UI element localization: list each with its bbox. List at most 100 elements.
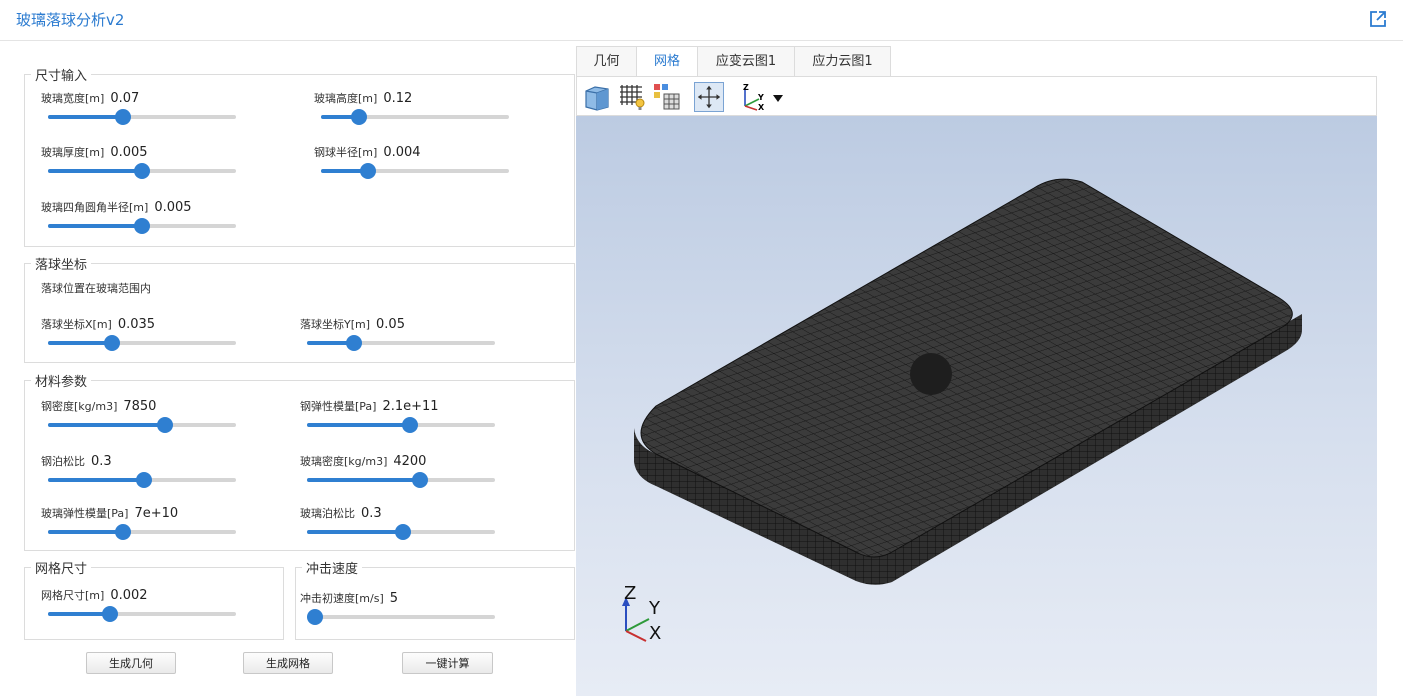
glass-height-param: 玻璃高度[m] 0.12 <box>314 87 412 106</box>
slider-handle[interactable] <box>350 109 367 125</box>
generate-mesh-button[interactable]: 生成网格 <box>243 652 333 674</box>
drop-x-slider[interactable] <box>48 335 236 351</box>
tab-mesh[interactable]: 网格 <box>636 46 698 76</box>
drop-x-value: 0.035 <box>117 317 156 332</box>
steel-modulus-label: 钢弹性模量[Pa] <box>300 400 377 413</box>
steel-density-value: 7850 <box>123 399 157 414</box>
drop-y-param: 落球坐标Y[m] 0.05 <box>300 313 405 332</box>
glass-width-slider[interactable] <box>48 109 236 125</box>
slider-handle[interactable] <box>156 417 173 433</box>
glass-plate-mesh: Z Y X <box>622 178 1302 644</box>
ball-radius-slider[interactable] <box>321 163 509 179</box>
steel-ball <box>910 353 952 395</box>
mesh-size-slider[interactable] <box>48 606 236 622</box>
one-click-compute-button[interactable]: 一键计算 <box>402 652 493 674</box>
tab-geometry[interactable]: 几何 <box>576 46 637 76</box>
drop-coord-legend: 落球坐标 <box>35 258 88 273</box>
glass-thickness-slider[interactable] <box>48 163 236 179</box>
ball-radius-value: 0.004 <box>383 145 421 160</box>
steel-density-param: 钢密度[kg/m3] 7850 <box>41 395 156 414</box>
glass-poisson-value: 0.3 <box>361 506 382 521</box>
glass-thickness-value: 0.005 <box>110 145 148 160</box>
slider-handle[interactable] <box>346 335 362 351</box>
dropdown-arrow-icon[interactable] <box>770 82 786 112</box>
impact-speed-legend: 冲击速度 <box>306 562 359 577</box>
glass-height-label: 玻璃高度[m] <box>314 92 378 105</box>
tab-strain-contour[interactable]: 应变云图1 <box>697 46 795 76</box>
external-link-icon[interactable] <box>1369 10 1387 28</box>
mesh-size-param: 网格尺寸[m] 0.002 <box>41 584 148 603</box>
svg-text:Y: Y <box>757 93 764 102</box>
glass-poisson-label: 玻璃泊松比 <box>300 507 355 520</box>
glass-width-param: 玻璃宽度[m] 0.07 <box>41 87 139 106</box>
steel-density-label: 钢密度[kg/m3] <box>41 400 118 413</box>
3d-viewport[interactable]: Z Y X <box>576 116 1377 696</box>
fit-view-icon[interactable] <box>694 82 724 112</box>
glass-modulus-value: 7e+10 <box>134 506 179 521</box>
impact-speed-value: 5 <box>389 591 399 606</box>
axis-triad: Z Y X <box>622 583 661 644</box>
impact-speed-slider[interactable] <box>307 609 495 625</box>
glass-modulus-label: 玻璃弹性模量[Pa] <box>41 507 129 520</box>
axis-x-label: X <box>649 623 661 644</box>
glass-density-slider[interactable] <box>307 472 495 488</box>
impact-speed-param: 冲击初速度[m/s] 5 <box>300 587 398 606</box>
tab-stress-contour[interactable]: 应力云图1 <box>794 46 891 76</box>
corner-radius-param: 玻璃四角圆角半径[m] 0.005 <box>41 196 192 215</box>
glass-width-value: 0.07 <box>110 91 140 106</box>
app-header: 玻璃落球分析v2 <box>0 0 1403 41</box>
mesh-display-icon[interactable] <box>617 82 647 112</box>
glass-modulus-slider[interactable] <box>48 524 236 540</box>
slider-handle[interactable] <box>307 609 323 625</box>
slider-handle[interactable] <box>360 163 376 179</box>
axis-orientation-icon[interactable]: Z Y X <box>737 82 767 112</box>
viewer-panel: 几何 网格 应变云图1 应力云图1 Z Y X Z Y X <box>576 44 1377 696</box>
app-title: 玻璃落球分析v2 <box>16 11 125 29</box>
axis-y-label: Y <box>648 598 661 619</box>
steel-density-slider[interactable] <box>48 417 236 433</box>
drop-y-value: 0.05 <box>376 317 405 332</box>
mesh-quality-icon[interactable] <box>652 82 682 112</box>
glass-height-slider[interactable] <box>321 109 509 125</box>
drop-x-param: 落球坐标X[m] 0.035 <box>41 313 155 332</box>
slider-handle[interactable] <box>134 218 150 234</box>
steel-modulus-value: 2.1e+11 <box>382 399 439 414</box>
svg-text:Z: Z <box>743 83 749 92</box>
viewer-tabs: 几何 网格 应变云图1 应力云图1 <box>576 44 1377 76</box>
generate-geometry-button[interactable]: 生成几何 <box>86 652 176 674</box>
ball-radius-param: 钢球半径[m] 0.004 <box>314 141 421 160</box>
glass-density-value: 4200 <box>393 454 427 469</box>
steel-modulus-slider[interactable] <box>307 417 495 433</box>
ball-radius-label: 钢球半径[m] <box>314 146 378 159</box>
glass-height-value: 0.12 <box>383 91 413 106</box>
glass-density-label: 玻璃密度[kg/m3] <box>300 455 388 468</box>
drop-x-label: 落球坐标X[m] <box>41 318 112 331</box>
glass-thickness-label: 玻璃厚度[m] <box>41 146 105 159</box>
corner-radius-label: 玻璃四角圆角半径[m] <box>41 201 149 214</box>
steel-poisson-param: 钢泊松比 0.3 <box>41 450 112 469</box>
cube-view-icon[interactable] <box>582 82 612 112</box>
mesh-size-value: 0.002 <box>110 588 148 603</box>
glass-poisson-slider[interactable] <box>307 524 495 540</box>
steel-poisson-slider[interactable] <box>48 472 236 488</box>
drop-y-label: 落球坐标Y[m] <box>300 318 371 331</box>
slider-handle[interactable] <box>394 524 411 540</box>
corner-radius-value: 0.005 <box>154 200 192 215</box>
glass-poisson-param: 玻璃泊松比 0.3 <box>300 502 382 521</box>
steel-modulus-param: 钢弹性模量[Pa] 2.1e+11 <box>300 395 439 414</box>
slider-handle[interactable] <box>135 472 152 488</box>
slider-handle[interactable] <box>134 163 150 179</box>
impact-speed-label: 冲击初速度[m/s] <box>300 592 384 605</box>
drop-y-slider[interactable] <box>307 335 495 351</box>
viewer-toolbar: Z Y X <box>576 76 1377 116</box>
slider-handle[interactable] <box>102 606 119 622</box>
glass-density-param: 玻璃密度[kg/m3] 4200 <box>300 450 426 469</box>
drop-position-note: 落球位置在玻璃范围内 <box>41 282 151 295</box>
slider-handle[interactable] <box>103 335 120 351</box>
steel-poisson-label: 钢泊松比 <box>41 455 85 468</box>
slider-handle[interactable] <box>411 472 428 488</box>
corner-radius-slider[interactable] <box>48 218 236 234</box>
mesh-size-legend: 网格尺寸 <box>35 562 88 577</box>
glass-thickness-param: 玻璃厚度[m] 0.005 <box>41 141 148 160</box>
glass-width-label: 玻璃宽度[m] <box>41 92 105 105</box>
